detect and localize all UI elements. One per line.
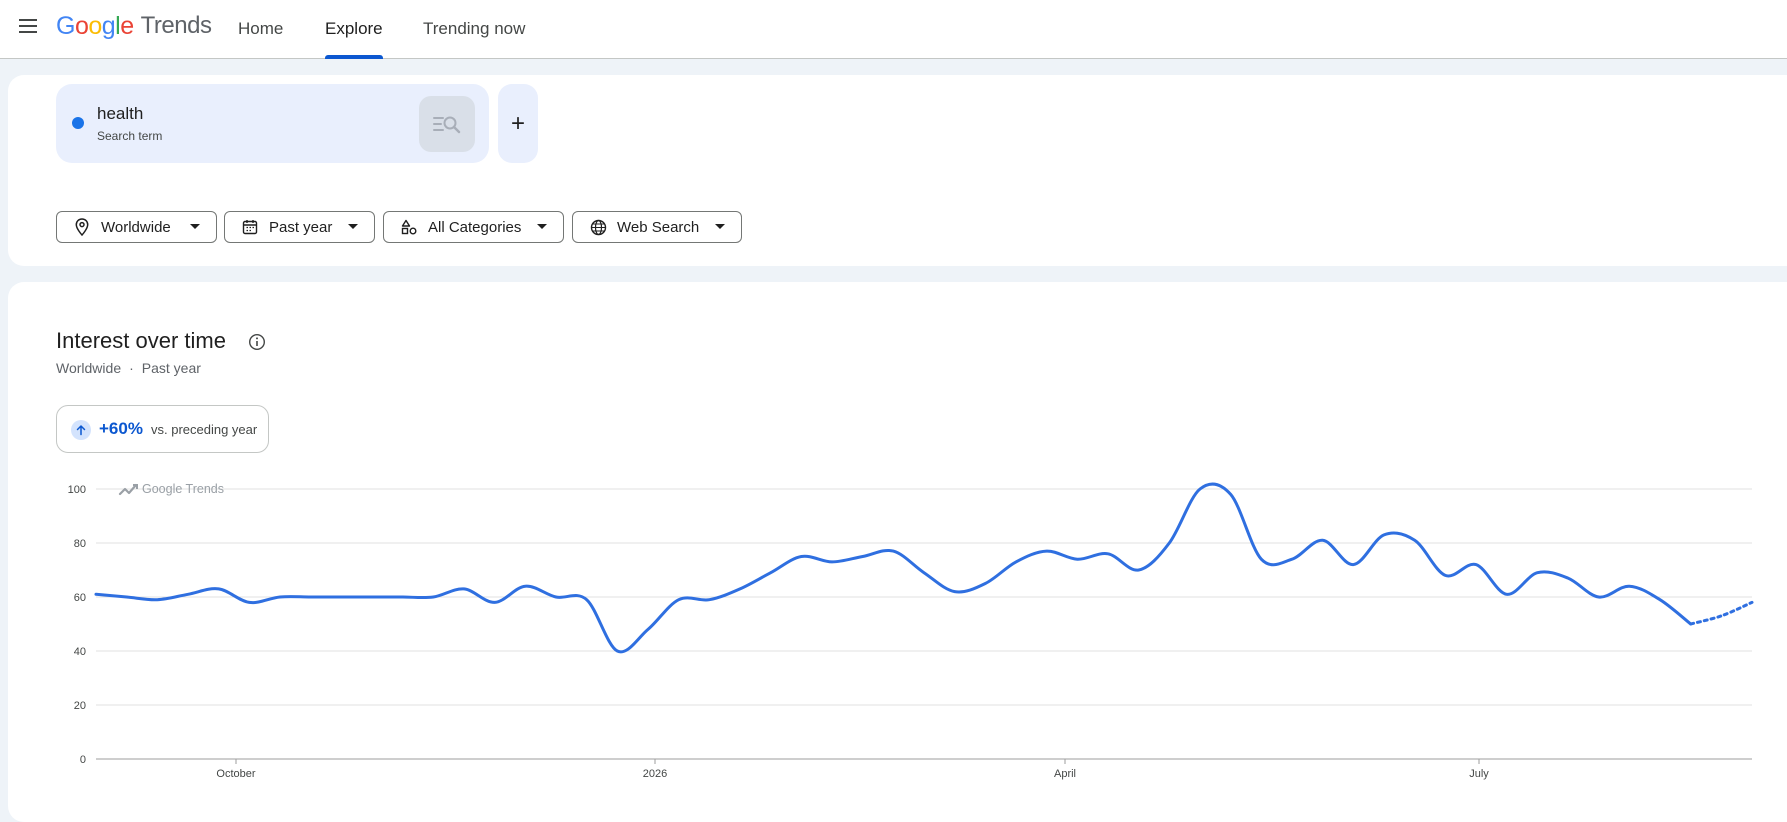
- x-tick-label: October: [216, 768, 255, 780]
- y-tick-label: 20: [74, 700, 86, 712]
- y-tick-label: 100: [68, 484, 86, 496]
- chart-axes: 0 20 40 60 80 100 October 2026 April July: [68, 484, 1490, 780]
- chart-grid: [96, 488, 1752, 760]
- y-tick-label: 0: [80, 754, 86, 766]
- x-tick-label: 2026: [643, 768, 667, 780]
- y-tick-label: 80: [74, 538, 86, 550]
- y-tick-label: 60: [74, 592, 86, 604]
- watermark-text: Google Trends: [142, 482, 224, 496]
- chart-series: [94, 482, 1754, 654]
- series-line-health: [94, 482, 1693, 654]
- series-projection-health: [1689, 600, 1754, 626]
- y-tick-label: 40: [74, 646, 86, 658]
- interest-line-chart[interactable]: Google Trends 0 20 40 60 80 100 October 2026 Apr…: [0, 0, 1787, 795]
- x-tick-label: April: [1054, 768, 1076, 780]
- x-tick-label: July: [1469, 768, 1489, 780]
